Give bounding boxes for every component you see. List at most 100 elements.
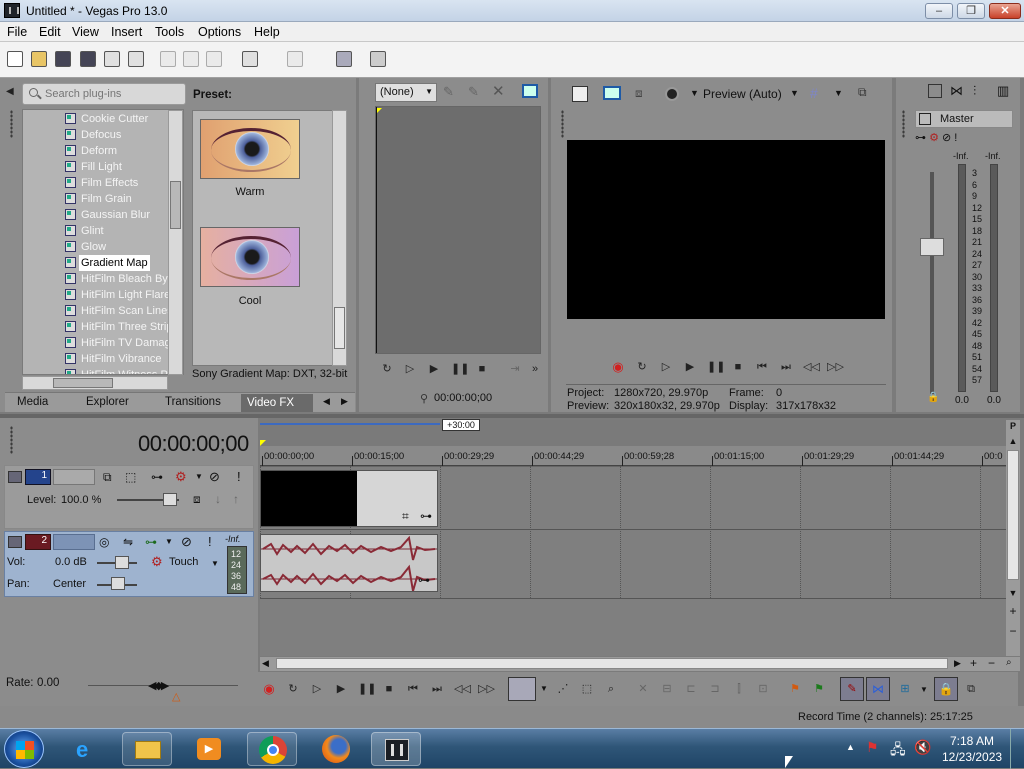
delete-icon[interactable]: ✕ — [636, 682, 650, 696]
tab-scroll-right-icon[interactable]: ▶ — [341, 396, 348, 407]
volume-slider-handle[interactable] — [115, 556, 129, 569]
plugin-list-scrollbar[interactable] — [168, 110, 183, 375]
scroll-left-icon[interactable]: ◀ — [262, 658, 269, 669]
clock-time[interactable]: 7:18 AM — [950, 734, 994, 748]
composite-mode-icon[interactable]: ⧉ — [103, 470, 112, 485]
plugin-horizontal-scrollbar[interactable] — [22, 376, 168, 390]
track-motion-icon[interactable]: ⧈ — [193, 492, 201, 507]
menu-edit[interactable]: Edit — [39, 25, 61, 39]
menu-file[interactable]: File — [7, 25, 27, 39]
mute-icon[interactable]: ⊘ — [181, 534, 192, 550]
properties-icon[interactable] — [128, 51, 144, 67]
marker-bar[interactable]: +30:00 — [260, 419, 1006, 446]
record-icon[interactable]: ◉ — [262, 682, 276, 696]
save-as-icon[interactable] — [80, 51, 96, 67]
scroll-down-icon[interactable]: ▼ — [1007, 588, 1019, 600]
h-scroll-thumb[interactable] — [53, 378, 113, 388]
video-fx-bypass-icon[interactable] — [665, 87, 679, 101]
fx-chevron-down-icon[interactable]: ▼ — [195, 472, 203, 481]
pause-icon[interactable]: ❚❚ — [707, 360, 725, 374]
audio-track-header[interactable]: 2 ◎ ⇋ ⊶ ▼ ⊘ ! -Inf. 12 24 36 48 Vol: 0.0 dB… — [4, 531, 254, 597]
master-solo-icon[interactable]: ! — [954, 132, 957, 144]
envelope-tool-icon[interactable]: ⋰ — [556, 682, 570, 696]
timeline-vertical-scrollbar[interactable]: P ▲ ▼ + − — [1006, 420, 1020, 656]
audio-track-name-field[interactable] — [53, 534, 95, 550]
marker-icon[interactable]: ⚑ — [788, 682, 802, 696]
timeline-horizontal-scrollbar[interactable]: ◀ ▶ + − ⌕ — [260, 656, 1020, 671]
mute-icon[interactable]: ⊘ — [209, 469, 220, 485]
save-icon[interactable] — [55, 51, 71, 67]
next-frame-icon[interactable]: ▷▷ — [478, 682, 495, 696]
trimmer-monitor-icon[interactable] — [522, 84, 538, 98]
action-center-icon[interactable]: ⚑ — [866, 739, 879, 756]
event-fx-icon[interactable]: ⊶ — [420, 509, 432, 523]
plugin-list-item[interactable]: Cookie Cutter — [81, 111, 148, 127]
search-box[interactable] — [22, 83, 186, 105]
scroll-up-icon[interactable]: ▲ — [1007, 436, 1019, 448]
plugin-list-item[interactable]: Gradient Map — [79, 255, 150, 271]
ignore-grouping-icon[interactable]: ⧉ — [964, 682, 978, 696]
plugin-list-item[interactable]: Film Effects — [81, 175, 138, 191]
selection-tool-icon[interactable]: ⬚ — [580, 682, 594, 696]
tab-scroll-left-icon[interactable]: ◀ — [323, 396, 330, 407]
trimmer-pin-icon[interactable]: ⚲ — [420, 392, 430, 408]
loop-region-bar[interactable] — [260, 423, 440, 425]
cut-icon[interactable] — [160, 51, 176, 67]
search-plugins-input[interactable] — [45, 86, 183, 102]
menu-tools[interactable]: Tools — [155, 25, 184, 39]
audio-event-fx-icon[interactable]: ⊶ — [418, 573, 430, 587]
record-arm-icon[interactable]: ◎ — [99, 535, 109, 549]
dim-output-icon[interactable]: ⫶ — [973, 83, 976, 99]
firefox-icon[interactable] — [311, 732, 361, 766]
plugin-list-item[interactable]: Film Grain — [81, 191, 132, 207]
scroll-thumb[interactable] — [170, 181, 181, 229]
preset-cool-label[interactable]: Cool — [200, 295, 300, 307]
move-down-icon[interactable]: ↓ — [215, 492, 221, 506]
region-icon[interactable]: ⚑ — [812, 682, 826, 696]
master-fx-icon[interactable]: ⚙ — [929, 132, 939, 144]
plugin-tree[interactable]: Cookie Cutter Defocus Deform Fill Light Film… — [22, 109, 184, 375]
previous-frame-icon[interactable]: ◁◁ — [454, 682, 471, 696]
plugin-list-item[interactable]: HitFilm Bleach Byp — [81, 271, 174, 287]
vegas-pro-taskbar-icon[interactable] — [371, 732, 421, 766]
video-preview-screen[interactable] — [567, 140, 885, 319]
go-to-end-icon[interactable]: ⏭ — [430, 682, 444, 696]
play-from-start-icon[interactable]: ▷ — [659, 360, 673, 374]
lock-envelopes-icon[interactable]: 🔒 — [934, 677, 958, 701]
video-track-name-field[interactable] — [53, 469, 95, 485]
redo-icon[interactable] — [287, 51, 303, 67]
more-icon[interactable]: » — [528, 362, 542, 376]
go-to-start-icon[interactable]: ⏮ — [406, 682, 420, 696]
chrome-icon[interactable] — [247, 732, 297, 766]
zoom-out-vertical-icon[interactable]: − — [1007, 624, 1019, 638]
trim-icon[interactable]: ⊟ — [660, 682, 674, 696]
plugin-list-item[interactable]: Glint — [81, 223, 104, 239]
track-list-menu-icon[interactable]: P — [1007, 420, 1019, 432]
whats-this-help-icon[interactable] — [370, 51, 386, 67]
volume-muted-icon[interactable]: 🔇 — [914, 739, 931, 756]
internet-explorer-icon[interactable]: e — [64, 732, 114, 766]
minimize-button[interactable]: – — [925, 3, 953, 19]
play-icon[interactable]: ▶ — [683, 360, 697, 374]
auto-ripple-icon[interactable]: ✎ — [840, 677, 864, 701]
stop-icon[interactable]: ■ — [731, 360, 745, 374]
render-icon[interactable] — [104, 51, 120, 67]
plugin-list-item[interactable]: HitFilm Light Flares — [81, 287, 176, 303]
add-to-timeline-icon[interactable]: ⇥ — [508, 362, 522, 376]
track-fx-icon[interactable]: ⚙ — [175, 469, 187, 485]
zoom-in-vertical-icon[interactable]: + — [1007, 604, 1019, 618]
trimmer-media-dropdown[interactable]: (None) ▼ — [375, 83, 437, 102]
video-track-header[interactable]: 1 ⧉ ⬚ ⊶ ⚙ ▼ ⊘ ! Level: 100.0 % ⧈ ↓ ↑ — [4, 465, 254, 529]
loop-playback-icon[interactable]: ↻ — [286, 682, 300, 696]
audio-event-clip[interactable]: ⊶ — [260, 534, 438, 592]
trim-start-icon[interactable]: ⊏ — [684, 682, 698, 696]
master-mute-icon[interactable]: ⊘ — [942, 132, 951, 144]
edit-tool-icon[interactable] — [336, 51, 352, 67]
parent-motion-icon[interactable]: ⬚ — [125, 470, 136, 484]
menu-options[interactable]: Options — [198, 25, 241, 39]
preview-quality-dropdown[interactable]: Preview (Auto) — [703, 87, 782, 101]
trimmer-close-icon[interactable]: ✕ — [492, 82, 508, 100]
pan-slider-handle[interactable] — [111, 577, 125, 590]
split-icon[interactable]: ⫿ — [732, 682, 746, 696]
level-slider-handle[interactable] — [163, 493, 177, 506]
